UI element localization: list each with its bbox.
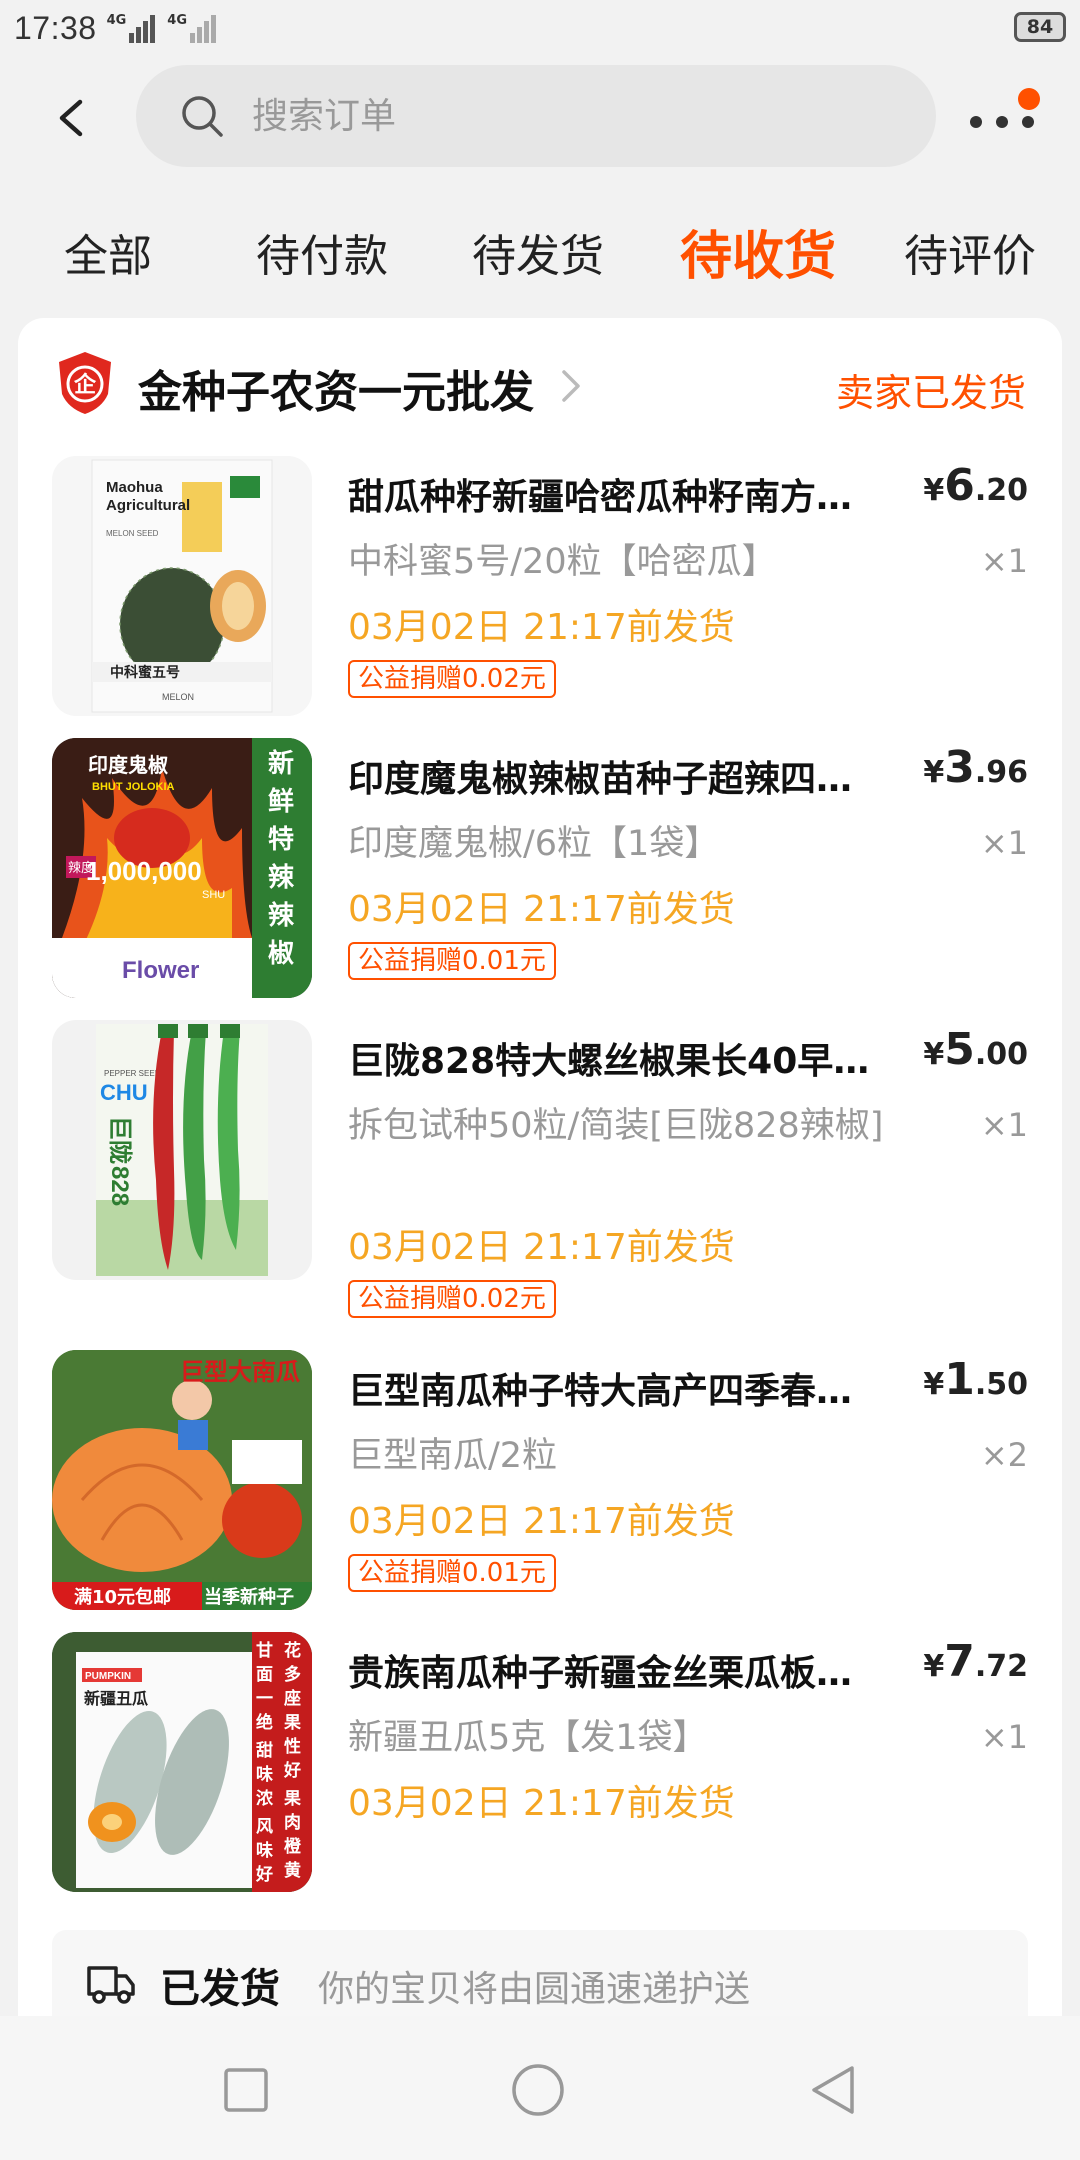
product-image[interactable]: PUMPKIN 新疆丑瓜 甘面一绝甜味浓风味好 花多座果性好果肉橙黄 (52, 1632, 312, 1892)
shop-logo-icon: 企 (59, 352, 111, 414)
product-price: ¥1.50 (923, 1354, 1028, 1405)
product-image[interactable]: PEPPER SEED CHU 巨陇 828 (52, 1020, 312, 1280)
svg-text:PEPPER SEED: PEPPER SEED (104, 1069, 161, 1078)
svg-text:Flower: Flower (122, 957, 199, 984)
svg-text:新疆丑瓜: 新疆丑瓜 (84, 1689, 148, 1708)
tab-pending-shipment[interactable]: 待发货 (472, 220, 604, 284)
nav-home-icon[interactable] (510, 2062, 566, 2118)
product-title[interactable]: 印度魔鬼椒辣椒苗种子超辣四… (348, 750, 908, 802)
svg-text:中科蜜五号: 中科蜜五号 (110, 664, 180, 681)
shop-name[interactable]: 金种子农资一元批发 (138, 356, 534, 420)
order-item[interactable]: PEPPER SEED CHU 巨陇 828 巨陇828特大螺丝椒果长40早… … (18, 1020, 1062, 1340)
order-item[interactable]: Maohua Agricultural MELON SEED 中科蜜五号 MEL… (18, 456, 1062, 716)
product-quantity: ×1 (980, 1718, 1028, 1756)
order-item[interactable]: PUMPKIN 新疆丑瓜 甘面一绝甜味浓风味好 花多座果性好果肉橙黄 贵族南瓜种… (18, 1632, 1062, 1892)
svg-text:印度鬼椒: 印度鬼椒 (88, 753, 168, 777)
truck-icon (87, 1966, 135, 2004)
product-quantity: ×1 (980, 542, 1028, 580)
charity-badge: 公益捐赠0.01元 (348, 1554, 556, 1592)
back-arrow-icon[interactable] (52, 98, 92, 138)
svg-text:1,000,000: 1,000,000 (86, 856, 202, 886)
svg-text:MELON: MELON (162, 692, 194, 702)
product-price: ¥6.20 (923, 460, 1028, 511)
search-icon (182, 96, 223, 137)
product-image[interactable]: 印度鬼椒 BHUT JOLOKIA 辣度 1,000,000 SHU Flowe… (52, 738, 312, 998)
charity-badge: 公益捐赠0.02元 (348, 1280, 556, 1318)
signal-icon-2: 4G (167, 13, 218, 43)
search-header (0, 60, 1080, 170)
svg-text:满10元包邮: 满10元包邮 (74, 1586, 171, 1608)
ship-deadline: 03月02日 21:17前发货 (348, 1501, 735, 1542)
order-item[interactable]: 巨型大南瓜 满10元包邮 当季新种子 巨型南瓜种子特大高产四季春… ¥1.50 … (18, 1350, 1062, 1610)
ship-deadline: 03月02日 21:17前发货 (348, 607, 735, 648)
tab-all[interactable]: 全部 (64, 220, 152, 284)
signal-icon: 4G (107, 13, 158, 43)
product-quantity: ×1 (980, 1106, 1028, 1144)
product-title[interactable]: 巨型南瓜种子特大高产四季春… (348, 1362, 908, 1414)
search-input[interactable] (252, 95, 852, 137)
notification-dot (1018, 88, 1040, 110)
product-title[interactable]: 甜瓜种籽新疆哈密瓜种籽南方… (348, 468, 908, 520)
shop-header[interactable]: 企 金种子农资一元批发 卖家已发货 (18, 318, 1062, 438)
chevron-right-icon (562, 370, 580, 402)
svg-text:828: 828 (106, 1166, 133, 1206)
product-price: ¥5.00 (923, 1024, 1028, 1075)
product-sku: 中科蜜5号/20粒【哈密瓜】 (348, 542, 777, 582)
svg-text:Agricultural: Agricultural (106, 497, 190, 514)
tab-pending-review[interactable]: 待评价 (904, 220, 1036, 284)
svg-text:当季新种子: 当季新种子 (204, 1586, 294, 1608)
ship-deadline: 03月02日 21:17前发货 (348, 1783, 735, 1824)
tab-pending-receipt[interactable]: 待收货 (680, 214, 836, 289)
search-bar[interactable] (136, 65, 936, 167)
more-button[interactable] (970, 88, 1040, 140)
svg-text:SHU: SHU (202, 889, 225, 901)
svg-text:MELON SEED: MELON SEED (106, 529, 159, 538)
product-image[interactable]: Maohua Agricultural MELON SEED 中科蜜五号 MEL… (52, 456, 312, 716)
svg-text:Maohua: Maohua (106, 479, 163, 496)
svg-text:巨型大南瓜: 巨型大南瓜 (180, 1358, 300, 1386)
svg-text:企: 企 (73, 372, 97, 398)
order-card[interactable]: 企 金种子农资一元批发 卖家已发货 Maohua Agricultural ME… (18, 318, 1062, 2160)
charity-badge: 公益捐赠0.01元 (348, 942, 556, 980)
status-time: 17:38 (14, 9, 97, 46)
product-quantity: ×1 (980, 824, 1028, 862)
nav-recents-icon[interactable] (218, 2062, 274, 2118)
delivery-description: 你的宝贝将由圆通速递护送 (318, 1969, 751, 2010)
nav-back-icon[interactable] (806, 2062, 862, 2118)
svg-text:PUMPKIN: PUMPKIN (85, 1671, 131, 1682)
ship-deadline: 03月02日 21:17前发货 (348, 889, 735, 930)
product-quantity: ×2 (980, 1436, 1028, 1474)
product-price: ¥3.96 (923, 742, 1028, 793)
product-sku: 新疆丑瓜5克【发1袋】 (348, 1718, 708, 1758)
svg-text:CHU: CHU (100, 1080, 148, 1105)
order-tabs: 全部 待付款 待发货 待收货 待评价 (0, 200, 1080, 300)
product-title[interactable]: 巨陇828特大螺丝椒果长40早… (348, 1032, 908, 1084)
charity-badge: 公益捐赠0.02元 (348, 660, 556, 698)
status-bar: 17:38 4G 4G 84 (0, 0, 1080, 56)
ship-deadline: 03月02日 21:17前发货 (348, 1227, 735, 1268)
product-sku: 印度魔鬼椒/6粒【1袋】 (348, 824, 720, 864)
product-sku: 巨型南瓜/2粒 (348, 1436, 558, 1476)
more-icon (970, 116, 982, 128)
system-nav-bar (0, 2016, 1080, 2160)
product-sku: 拆包试种50粒/简装[巨陇828辣椒] (348, 1106, 884, 1146)
battery-icon: 84 (1014, 12, 1066, 42)
delivery-status: 已发货 (160, 1966, 280, 2012)
svg-text:BHUT JOLOKIA: BHUT JOLOKIA (92, 781, 175, 793)
product-image[interactable]: 巨型大南瓜 满10元包邮 当季新种子 (52, 1350, 312, 1610)
order-status: 卖家已发货 (835, 371, 1026, 415)
svg-text:巨陇: 巨陇 (106, 1116, 134, 1164)
product-title[interactable]: 贵族南瓜种子新疆金丝栗瓜板… (348, 1644, 908, 1696)
order-item[interactable]: 印度鬼椒 BHUT JOLOKIA 辣度 1,000,000 SHU Flowe… (18, 738, 1062, 998)
tab-pending-payment[interactable]: 待付款 (256, 220, 388, 284)
product-price: ¥7.72 (923, 1636, 1028, 1687)
